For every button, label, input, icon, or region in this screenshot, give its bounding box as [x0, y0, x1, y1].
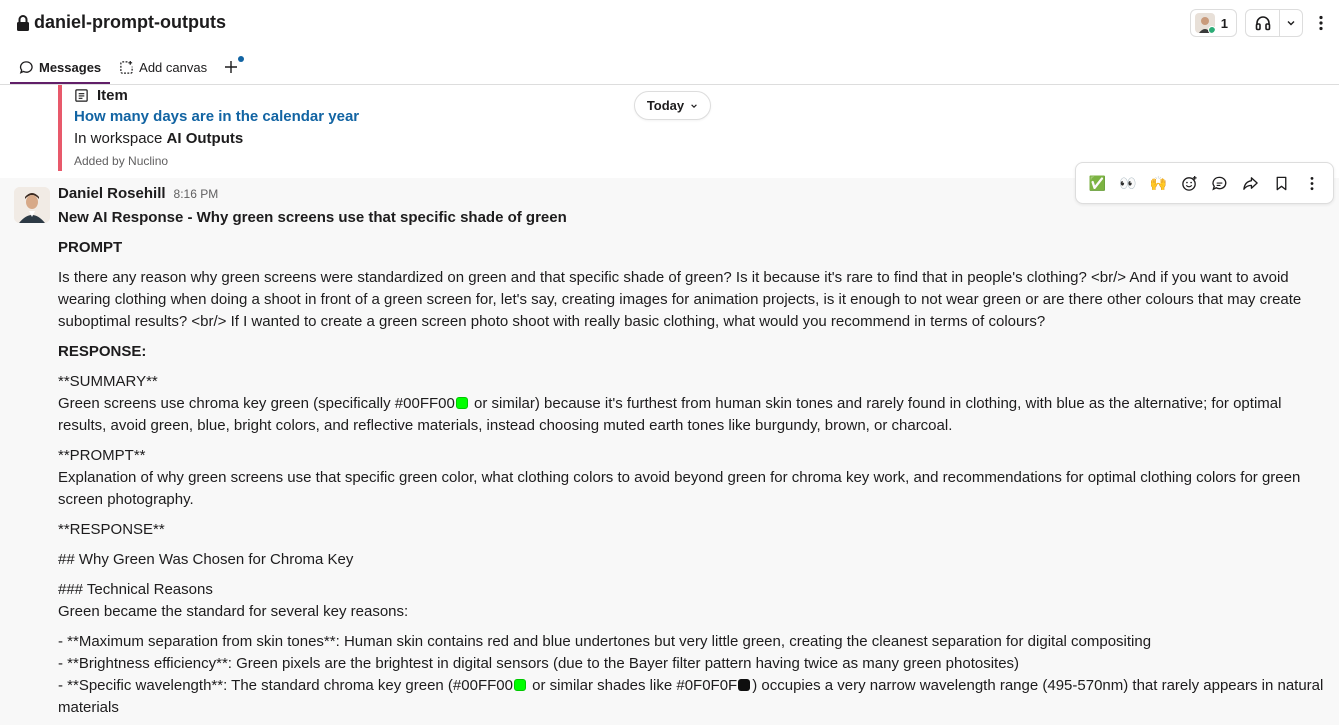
workspace-prefix: In workspace	[74, 130, 167, 147]
eyes-icon: 👀	[1119, 174, 1137, 191]
thread-icon	[1212, 176, 1227, 190]
message-actions-toolbar: ✅ 👀 🙌	[1075, 162, 1334, 204]
nuclino-attachment: Item How many days are in the calendar y…	[58, 85, 1058, 171]
message-title: New AI Response - Why green screens use …	[58, 209, 567, 226]
huddle-button[interactable]	[1245, 9, 1303, 37]
message-icon	[19, 60, 33, 74]
message-author[interactable]: Daniel Rosehill	[58, 185, 166, 202]
response-heading: RESPONSE:	[58, 343, 147, 360]
react-raised-hands-button[interactable]: 🙌	[1143, 167, 1174, 199]
add-reaction-icon	[1181, 175, 1197, 191]
channel-title[interactable]: daniel-prompt-outputs	[16, 12, 226, 33]
raised-hands-icon: 🙌	[1149, 174, 1168, 191]
message-timestamp[interactable]: 8:16 PM	[174, 187, 219, 201]
member-avatar	[1194, 13, 1215, 33]
avatar[interactable]	[14, 187, 50, 223]
forward-icon	[1243, 176, 1258, 190]
document-icon	[75, 88, 88, 102]
more-options-icon	[1310, 176, 1314, 190]
color-swatch-green	[455, 397, 468, 409]
canvas-icon	[120, 60, 133, 74]
date-divider-label: Today	[646, 98, 685, 113]
check-mark-icon: ✅	[1088, 174, 1107, 191]
channel-tabs: Messages Add canvas	[10, 52, 246, 84]
intro-text: Green became the standard for several ke…	[58, 603, 409, 620]
headphones-icon[interactable]	[1246, 10, 1280, 36]
channel-header: daniel-prompt-outputs 1	[0, 0, 1339, 48]
response2-heading: **RESPONSE**	[58, 521, 165, 538]
prompt2-heading: **PROMPT**	[58, 447, 146, 464]
add-reaction-button[interactable]	[1174, 167, 1205, 199]
summary-text-start: Green screens use chroma key green (spec…	[58, 395, 455, 412]
message: Daniel Rosehill 8:16 PM New AI Response …	[0, 178, 1339, 725]
attachment-added-by: Added by Nuclino	[74, 154, 169, 168]
plus-icon	[225, 61, 238, 73]
list-item: - **Specific wavelength**: The standard …	[58, 675, 1328, 719]
channel-name: daniel-prompt-outputs	[34, 12, 226, 32]
chevron-down-icon[interactable]	[1280, 10, 1302, 36]
chevron-down-icon	[691, 103, 697, 108]
members-button[interactable]: 1	[1189, 9, 1237, 37]
save-for-later-button[interactable]	[1266, 167, 1297, 199]
bookmark-icon	[1276, 176, 1286, 190]
list-item: - **Maximum separation from skin tones**…	[58, 633, 1152, 650]
more-actions-button[interactable]	[1296, 167, 1327, 199]
lock-icon	[17, 14, 29, 31]
attachment-type-label: Item	[97, 86, 128, 104]
tab-messages-label: Messages	[39, 59, 102, 75]
summary-heading: **SUMMARY**	[58, 373, 158, 390]
bullet3-start: - **Specific wavelength**: The standard …	[58, 677, 513, 694]
list-item: - **Brightness efficiency**: Green pixel…	[58, 655, 1020, 672]
more-options-icon[interactable]	[1311, 9, 1331, 37]
summary-text: Green screens use chroma key green (spec…	[58, 393, 1328, 437]
date-divider-button[interactable]: Today	[634, 91, 711, 120]
forward-button[interactable]	[1235, 167, 1266, 199]
prompt-text: Is there any reason why green screens we…	[58, 269, 1302, 330]
prompt-heading: PROMPT	[58, 239, 123, 256]
attachment-link[interactable]: How many days are in the calendar year	[74, 108, 1058, 127]
color-swatch-green	[513, 679, 526, 691]
prompt2-text: Explanation of why green screens use tha…	[58, 469, 1301, 508]
notification-dot	[238, 56, 245, 62]
bullet3-middle: or similar shades like #0F0F0F	[527, 677, 738, 694]
react-eyes-button[interactable]: 👀	[1113, 167, 1144, 199]
workspace-name: AI Outputs	[166, 130, 244, 147]
add-tab-button[interactable]	[216, 52, 246, 82]
tab-messages[interactable]: Messages	[10, 52, 111, 84]
tab-add-canvas[interactable]: Add canvas	[110, 52, 216, 82]
tab-add-canvas-label: Add canvas	[139, 59, 208, 75]
presence-dot	[1207, 26, 1215, 33]
member-count: 1	[1220, 15, 1228, 31]
reply-in-thread-button[interactable]	[1205, 167, 1236, 199]
attachment-type: Item	[74, 86, 1058, 104]
attachment-workspace: In workspace AI Outputs	[74, 130, 1058, 149]
message-body: Daniel Rosehill 8:16 PM New AI Response …	[58, 185, 1328, 719]
react-checkmark-button[interactable]: ✅	[1082, 167, 1113, 199]
section-heading-h3: ### Technical Reasons	[58, 581, 213, 598]
color-swatch-dark	[738, 679, 751, 691]
section-heading-h2: ## Why Green Was Chosen for Chroma Key	[58, 551, 354, 568]
